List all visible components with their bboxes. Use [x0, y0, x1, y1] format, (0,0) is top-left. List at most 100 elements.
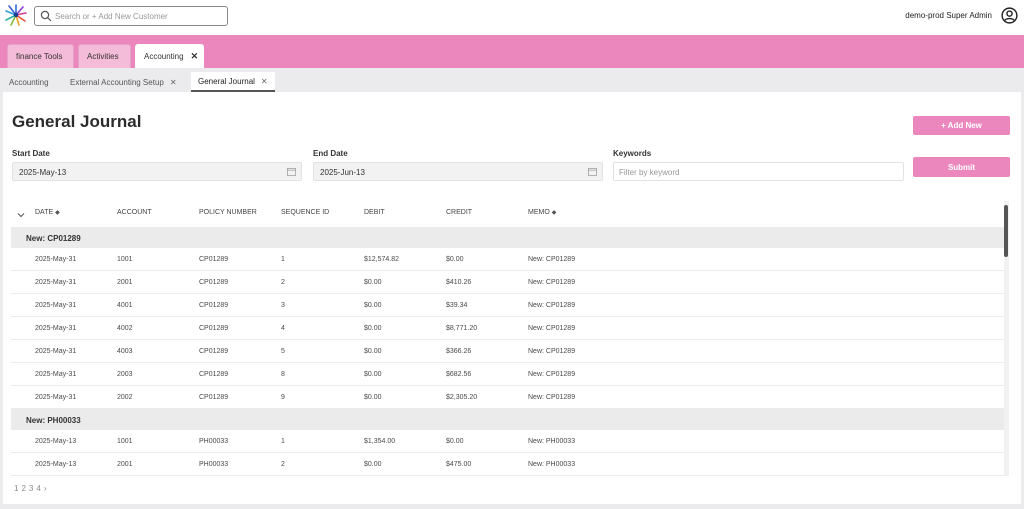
cell-credit: $475.00: [446, 461, 472, 468]
cell-credit: $0.00: [446, 256, 464, 263]
cell-debit: $12,574.82: [364, 256, 400, 263]
cell-policy-number: CP01289: [199, 279, 229, 286]
cell-date: 2025-May-31: [35, 348, 77, 355]
cell-sequence-id: 9: [281, 394, 285, 401]
cell-credit: $682.56: [446, 371, 472, 378]
keywords-field[interactable]: [613, 162, 904, 181]
cell-account: 2001: [117, 279, 133, 286]
sub-tab-bar: Accounting External Accounting Setup ✕ G…: [0, 68, 1024, 92]
column-header-date[interactable]: DATE ◆: [35, 209, 60, 216]
user-account-icon[interactable]: [1001, 7, 1018, 24]
group-row[interactable]: New: PH00033: [11, 409, 1007, 430]
table-row[interactable]: 2025-May-31 4001 CP01289 3 $0.00 $39.34 New: C…: [11, 294, 1007, 317]
search-icon: [40, 10, 52, 22]
cell-date: 2025-May-31: [35, 371, 77, 378]
cell-account: 2001: [117, 461, 133, 468]
column-header-credit[interactable]: CREDIT: [446, 209, 472, 216]
cell-date: 2025-May-13: [35, 438, 77, 445]
sort-icon[interactable]: ◆: [55, 210, 60, 216]
submit-button[interactable]: Submit: [913, 157, 1010, 177]
cell-credit: $410.26: [446, 279, 472, 286]
end-date-value: 2025-Jun-13: [320, 168, 365, 177]
table-row[interactable]: 2025-May-31 2001 CP01289 2 $0.00 $410.26 New: …: [11, 271, 1007, 294]
cell-memo: New: CP01289: [528, 394, 576, 401]
cell-date: 2025-May-31: [35, 394, 77, 401]
cell-memo: New: CP01289: [528, 256, 576, 263]
subtab-label: Accounting: [9, 77, 49, 87]
customer-search[interactable]: [34, 6, 228, 26]
subtab-accounting[interactable]: Accounting: [2, 72, 56, 92]
column-header-sequence-id[interactable]: SEQUENCE ID: [281, 209, 329, 216]
tab-label: Activities: [87, 52, 119, 61]
page-title: General Journal: [12, 112, 142, 131]
table-row[interactable]: 2025-May-13 2001 PH00033 2 $0.00 $475.00 New: …: [11, 453, 1007, 476]
start-date-field[interactable]: 2025-May-13: [12, 162, 302, 181]
cell-date: 2025-May-31: [35, 279, 77, 286]
cell-policy-number: CP01289: [199, 371, 229, 378]
top-bar: demo-prod Super Admin: [0, 0, 1024, 35]
collapse-all-icon[interactable]: [17, 211, 25, 219]
cell-memo: New: CP01289: [528, 302, 576, 309]
main-panel: General Journal + Add New Start Date 202…: [3, 92, 1021, 504]
subtab-general-journal[interactable]: General Journal ✕: [191, 72, 275, 92]
next-page-button[interactable]: ›: [44, 484, 47, 493]
scrollbar-thumb[interactable]: [1004, 205, 1008, 257]
table-row[interactable]: 2025-May-31 2002 CP01289 9 $0.00 $2,305.20 New…: [11, 386, 1007, 409]
cell-credit: $8,771.20: [446, 325, 478, 332]
column-header-debit[interactable]: DEBIT: [364, 209, 385, 216]
page-number-button[interactable]: 2: [21, 484, 25, 493]
cell-debit: $0.00: [364, 348, 382, 355]
cell-credit: $366.26: [446, 348, 472, 355]
cell-debit: $1,354.00: [364, 438, 396, 445]
cell-policy-number: PH00033: [199, 461, 229, 468]
subtab-external-accounting-setup[interactable]: External Accounting Setup ✕: [63, 72, 184, 92]
table-row[interactable]: 2025-May-31 4002 CP01289 4 $0.00 $8,771.20 New…: [11, 317, 1007, 340]
tab-finance-tools[interactable]: finance Tools: [7, 44, 74, 68]
column-header-account[interactable]: ACCOUNT: [117, 209, 152, 216]
page-number-button[interactable]: 4: [36, 484, 40, 493]
tab-accounting[interactable]: Accounting ✕: [135, 44, 204, 68]
cell-policy-number: CP01289: [199, 302, 229, 309]
cell-memo: New: CP01289: [528, 325, 576, 332]
page-number-button[interactable]: 1: [14, 484, 18, 493]
column-label: MEMO: [528, 209, 550, 216]
calendar-icon[interactable]: [588, 167, 597, 176]
cell-debit: $0.00: [364, 325, 382, 332]
group-row[interactable]: New: CP01289: [11, 227, 1007, 248]
cell-sequence-id: 1: [281, 256, 285, 263]
company-logo[interactable]: [5, 4, 27, 26]
group-label: New: PH00033: [26, 416, 81, 425]
cell-memo: New: PH00033: [528, 461, 576, 468]
cell-debit: $0.00: [364, 371, 382, 378]
keywords-input[interactable]: [619, 165, 899, 179]
cell-credit: $2,305.20: [446, 394, 478, 401]
add-new-button[interactable]: + Add New: [913, 116, 1010, 135]
table-row[interactable]: 2025-May-31 2003 CP01289 8 $0.00 $682.56 New: …: [11, 363, 1007, 386]
cell-policy-number: CP01289: [199, 256, 229, 263]
table-row[interactable]: 2025-May-13 1001 PH00033 1 $1,354.00 $0.00 New…: [11, 430, 1007, 453]
cell-policy-number: CP01289: [199, 394, 229, 401]
end-date-field[interactable]: 2025-Jun-13: [313, 162, 603, 181]
table-header: DATE ◆ ACCOUNT POLICY NUMBER SEQUENCE ID …: [11, 199, 1007, 227]
table-row[interactable]: 2025-May-31 1001 CP01289 1 $12,574.82 $0.00 Ne…: [11, 248, 1007, 271]
pagination: 1 2 3 4 ›: [14, 484, 46, 493]
cell-policy-number: PH00033: [199, 438, 229, 445]
column-header-memo[interactable]: MEMO ◆: [528, 209, 556, 216]
column-header-policy-number[interactable]: POLICY NUMBER: [199, 209, 257, 216]
cell-credit: $39.34: [446, 302, 468, 309]
close-icon[interactable]: ✕: [170, 78, 177, 87]
close-icon[interactable]: ✕: [261, 77, 268, 86]
cell-credit: $0.00: [446, 438, 464, 445]
search-input[interactable]: [55, 8, 223, 24]
calendar-icon[interactable]: [287, 167, 296, 176]
cell-sequence-id: 5: [281, 348, 285, 355]
page-number-button[interactable]: 3: [29, 484, 33, 493]
cell-sequence-id: 3: [281, 302, 285, 309]
close-icon[interactable]: ✕: [191, 51, 199, 62]
tab-activities[interactable]: Activities: [78, 44, 131, 68]
end-date-label: End Date: [313, 149, 348, 158]
sort-icon[interactable]: ◆: [552, 210, 557, 216]
tab-label: finance Tools: [16, 52, 63, 61]
table-row[interactable]: 2025-May-31 4003 CP01289 5 $0.00 $366.26 New: …: [11, 340, 1007, 363]
cell-account: 2003: [117, 371, 133, 378]
